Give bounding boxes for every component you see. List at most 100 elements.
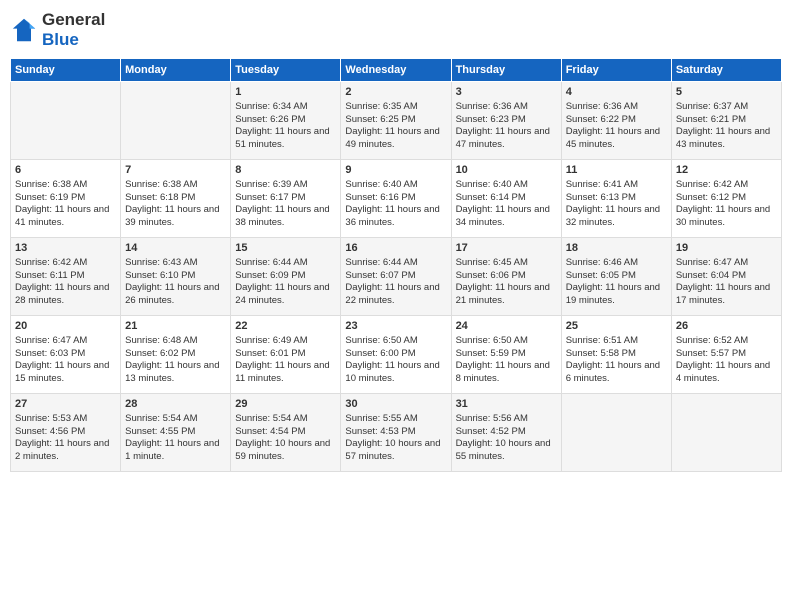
day-number: 10 — [456, 163, 557, 178]
day-number: 7 — [125, 163, 226, 178]
day-number: 19 — [676, 241, 777, 256]
calendar-cell: 2Sunrise: 6:35 AM Sunset: 6:25 PM Daylig… — [341, 82, 451, 160]
weekday-header-saturday: Saturday — [671, 59, 781, 82]
day-number: 12 — [676, 163, 777, 178]
weekday-header-thursday: Thursday — [451, 59, 561, 82]
day-info: Sunrise: 6:41 AM Sunset: 6:13 PM Dayligh… — [566, 179, 667, 230]
calendar-cell: 3Sunrise: 6:36 AM Sunset: 6:23 PM Daylig… — [451, 82, 561, 160]
day-number: 26 — [676, 319, 777, 334]
day-info: Sunrise: 6:40 AM Sunset: 6:14 PM Dayligh… — [456, 179, 557, 230]
calendar-cell — [121, 82, 231, 160]
day-info: Sunrise: 5:55 AM Sunset: 4:53 PM Dayligh… — [345, 413, 446, 464]
day-info: Sunrise: 6:47 AM Sunset: 6:03 PM Dayligh… — [15, 335, 116, 386]
calendar-cell — [561, 394, 671, 472]
day-number: 27 — [15, 397, 116, 412]
day-info: Sunrise: 6:36 AM Sunset: 6:22 PM Dayligh… — [566, 101, 667, 152]
day-info: Sunrise: 6:40 AM Sunset: 6:16 PM Dayligh… — [345, 179, 446, 230]
day-info: Sunrise: 6:38 AM Sunset: 6:18 PM Dayligh… — [125, 179, 226, 230]
calendar-cell: 9Sunrise: 6:40 AM Sunset: 6:16 PM Daylig… — [341, 160, 451, 238]
day-info: Sunrise: 6:37 AM Sunset: 6:21 PM Dayligh… — [676, 101, 777, 152]
calendar-cell: 27Sunrise: 5:53 AM Sunset: 4:56 PM Dayli… — [11, 394, 121, 472]
logo-icon — [10, 16, 38, 44]
day-info: Sunrise: 6:39 AM Sunset: 6:17 PM Dayligh… — [235, 179, 336, 230]
day-info: Sunrise: 6:35 AM Sunset: 6:25 PM Dayligh… — [345, 101, 446, 152]
day-info: Sunrise: 5:53 AM Sunset: 4:56 PM Dayligh… — [15, 413, 116, 464]
day-number: 24 — [456, 319, 557, 334]
day-number: 11 — [566, 163, 667, 178]
day-number: 8 — [235, 163, 336, 178]
calendar-cell: 14Sunrise: 6:43 AM Sunset: 6:10 PM Dayli… — [121, 238, 231, 316]
day-info: Sunrise: 5:56 AM Sunset: 4:52 PM Dayligh… — [456, 413, 557, 464]
calendar-cell: 15Sunrise: 6:44 AM Sunset: 6:09 PM Dayli… — [231, 238, 341, 316]
calendar-cell: 29Sunrise: 5:54 AM Sunset: 4:54 PM Dayli… — [231, 394, 341, 472]
calendar-cell: 7Sunrise: 6:38 AM Sunset: 6:18 PM Daylig… — [121, 160, 231, 238]
day-info: Sunrise: 6:43 AM Sunset: 6:10 PM Dayligh… — [125, 257, 226, 308]
day-number: 4 — [566, 85, 667, 100]
calendar-cell — [11, 82, 121, 160]
logo-general: General — [42, 10, 105, 30]
week-row-0: 1Sunrise: 6:34 AM Sunset: 6:26 PM Daylig… — [11, 82, 782, 160]
day-info: Sunrise: 6:52 AM Sunset: 5:57 PM Dayligh… — [676, 335, 777, 386]
weekday-header-monday: Monday — [121, 59, 231, 82]
header: General Blue — [10, 10, 782, 50]
calendar-table: SundayMondayTuesdayWednesdayThursdayFrid… — [10, 58, 782, 472]
day-info: Sunrise: 6:45 AM Sunset: 6:06 PM Dayligh… — [456, 257, 557, 308]
calendar-cell: 19Sunrise: 6:47 AM Sunset: 6:04 PM Dayli… — [671, 238, 781, 316]
calendar-cell: 28Sunrise: 5:54 AM Sunset: 4:55 PM Dayli… — [121, 394, 231, 472]
calendar-cell: 18Sunrise: 6:46 AM Sunset: 6:05 PM Dayli… — [561, 238, 671, 316]
day-number: 3 — [456, 85, 557, 100]
logo: General Blue — [10, 10, 105, 50]
day-number: 28 — [125, 397, 226, 412]
day-info: Sunrise: 6:48 AM Sunset: 6:02 PM Dayligh… — [125, 335, 226, 386]
day-info: Sunrise: 6:50 AM Sunset: 5:59 PM Dayligh… — [456, 335, 557, 386]
calendar-cell: 1Sunrise: 6:34 AM Sunset: 6:26 PM Daylig… — [231, 82, 341, 160]
day-number: 14 — [125, 241, 226, 256]
day-info: Sunrise: 6:50 AM Sunset: 6:00 PM Dayligh… — [345, 335, 446, 386]
day-number: 9 — [345, 163, 446, 178]
calendar-cell — [671, 394, 781, 472]
calendar-cell: 10Sunrise: 6:40 AM Sunset: 6:14 PM Dayli… — [451, 160, 561, 238]
calendar-cell: 12Sunrise: 6:42 AM Sunset: 6:12 PM Dayli… — [671, 160, 781, 238]
day-number: 2 — [345, 85, 446, 100]
calendar-cell: 17Sunrise: 6:45 AM Sunset: 6:06 PM Dayli… — [451, 238, 561, 316]
day-info: Sunrise: 6:44 AM Sunset: 6:07 PM Dayligh… — [345, 257, 446, 308]
day-number: 22 — [235, 319, 336, 334]
calendar-cell: 24Sunrise: 6:50 AM Sunset: 5:59 PM Dayli… — [451, 316, 561, 394]
calendar-cell: 4Sunrise: 6:36 AM Sunset: 6:22 PM Daylig… — [561, 82, 671, 160]
day-number: 5 — [676, 85, 777, 100]
calendar-cell: 21Sunrise: 6:48 AM Sunset: 6:02 PM Dayli… — [121, 316, 231, 394]
day-number: 13 — [15, 241, 116, 256]
calendar-cell: 22Sunrise: 6:49 AM Sunset: 6:01 PM Dayli… — [231, 316, 341, 394]
day-info: Sunrise: 6:49 AM Sunset: 6:01 PM Dayligh… — [235, 335, 336, 386]
week-row-4: 27Sunrise: 5:53 AM Sunset: 4:56 PM Dayli… — [11, 394, 782, 472]
weekday-header-tuesday: Tuesday — [231, 59, 341, 82]
day-info: Sunrise: 6:51 AM Sunset: 5:58 PM Dayligh… — [566, 335, 667, 386]
calendar-cell: 13Sunrise: 6:42 AM Sunset: 6:11 PM Dayli… — [11, 238, 121, 316]
page: General Blue SundayMondayTuesdayWednesda… — [0, 0, 792, 612]
weekday-header-wednesday: Wednesday — [341, 59, 451, 82]
day-number: 31 — [456, 397, 557, 412]
day-number: 23 — [345, 319, 446, 334]
day-number: 25 — [566, 319, 667, 334]
day-info: Sunrise: 6:44 AM Sunset: 6:09 PM Dayligh… — [235, 257, 336, 308]
weekday-header-friday: Friday — [561, 59, 671, 82]
day-number: 21 — [125, 319, 226, 334]
day-number: 6 — [15, 163, 116, 178]
calendar-cell: 31Sunrise: 5:56 AM Sunset: 4:52 PM Dayli… — [451, 394, 561, 472]
calendar-cell: 26Sunrise: 6:52 AM Sunset: 5:57 PM Dayli… — [671, 316, 781, 394]
calendar-cell: 8Sunrise: 6:39 AM Sunset: 6:17 PM Daylig… — [231, 160, 341, 238]
week-row-1: 6Sunrise: 6:38 AM Sunset: 6:19 PM Daylig… — [11, 160, 782, 238]
day-info: Sunrise: 5:54 AM Sunset: 4:54 PM Dayligh… — [235, 413, 336, 464]
day-info: Sunrise: 6:42 AM Sunset: 6:12 PM Dayligh… — [676, 179, 777, 230]
calendar-cell: 20Sunrise: 6:47 AM Sunset: 6:03 PM Dayli… — [11, 316, 121, 394]
day-info: Sunrise: 5:54 AM Sunset: 4:55 PM Dayligh… — [125, 413, 226, 464]
day-number: 18 — [566, 241, 667, 256]
day-info: Sunrise: 6:42 AM Sunset: 6:11 PM Dayligh… — [15, 257, 116, 308]
calendar-cell: 5Sunrise: 6:37 AM Sunset: 6:21 PM Daylig… — [671, 82, 781, 160]
day-info: Sunrise: 6:34 AM Sunset: 6:26 PM Dayligh… — [235, 101, 336, 152]
calendar-cell: 30Sunrise: 5:55 AM Sunset: 4:53 PM Dayli… — [341, 394, 451, 472]
day-info: Sunrise: 6:38 AM Sunset: 6:19 PM Dayligh… — [15, 179, 116, 230]
calendar-cell: 23Sunrise: 6:50 AM Sunset: 6:00 PM Dayli… — [341, 316, 451, 394]
calendar-cell: 11Sunrise: 6:41 AM Sunset: 6:13 PM Dayli… — [561, 160, 671, 238]
weekday-header-row: SundayMondayTuesdayWednesdayThursdayFrid… — [11, 59, 782, 82]
